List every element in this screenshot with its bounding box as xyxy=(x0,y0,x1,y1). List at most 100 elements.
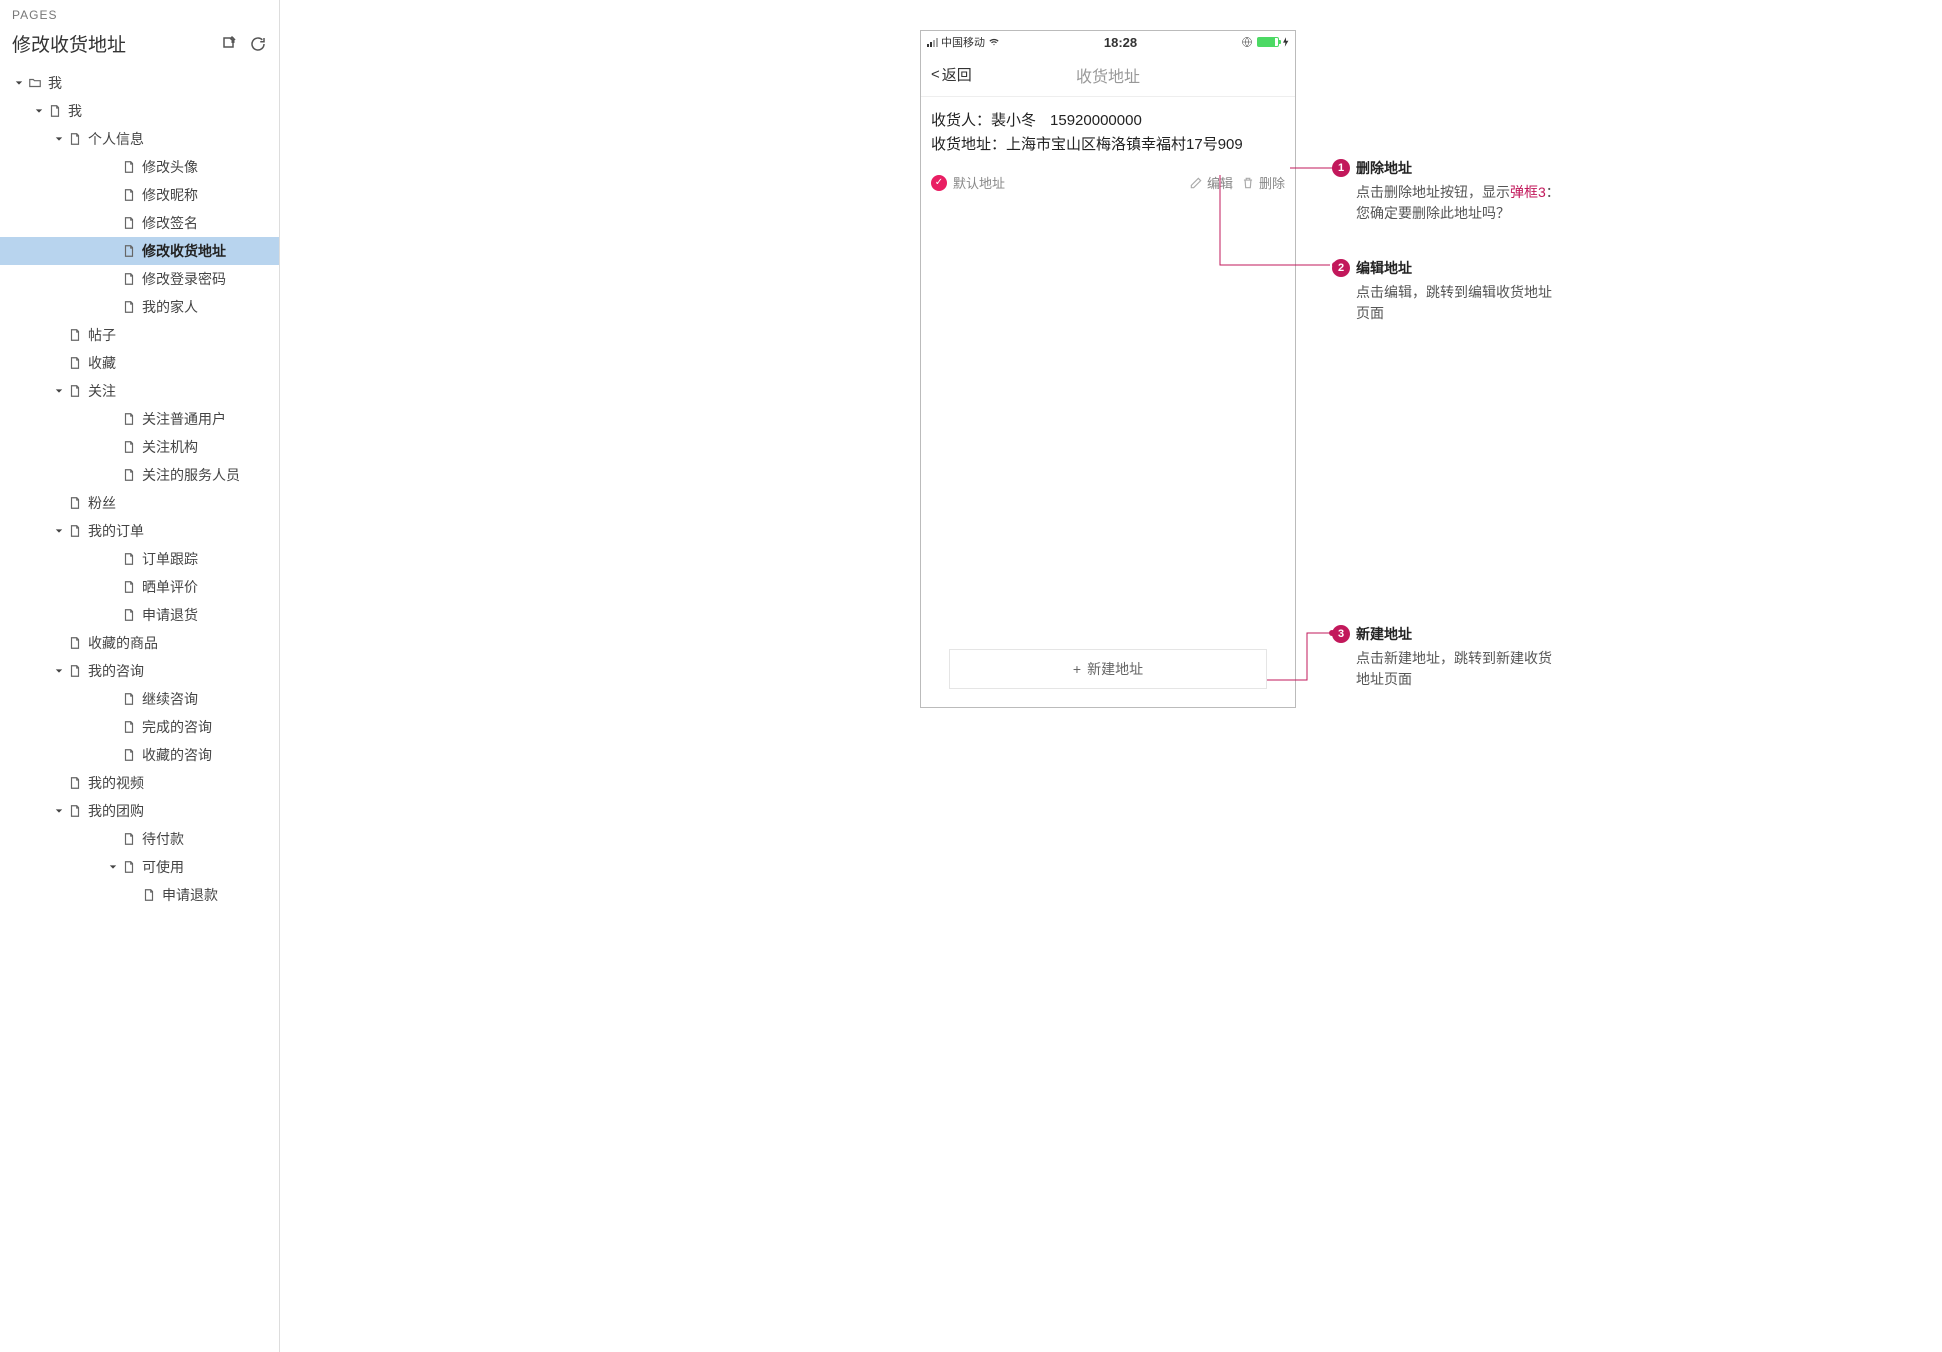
tree-item[interactable]: 帖子 xyxy=(0,321,279,349)
tree-item-label: 继续咨询 xyxy=(142,689,279,709)
tree-item[interactable]: 关注机构 xyxy=(0,433,279,461)
tree-item-label: 关注 xyxy=(88,381,279,401)
pages-label: PAGES xyxy=(12,8,267,22)
refresh-icon[interactable] xyxy=(249,35,267,53)
tree-item[interactable]: 我的视频 xyxy=(0,769,279,797)
tree-item[interactable]: 我的咨询 xyxy=(0,657,279,685)
tree-item-label: 我的团购 xyxy=(88,801,279,821)
export-icon[interactable] xyxy=(221,35,239,53)
tree-item[interactable]: 关注 xyxy=(0,377,279,405)
wifi-icon xyxy=(988,37,1000,47)
page-icon xyxy=(68,496,82,510)
caret-icon[interactable] xyxy=(54,526,64,536)
tree-item[interactable]: 完成的咨询 xyxy=(0,713,279,741)
delete-button[interactable]: 删除 xyxy=(1241,173,1285,192)
page-icon xyxy=(68,776,82,790)
tree-item[interactable]: 修改签名 xyxy=(0,209,279,237)
annotation-badge: 2 xyxy=(1332,259,1350,277)
new-address-button[interactable]: + 新建地址 xyxy=(949,649,1267,689)
caret-icon[interactable] xyxy=(54,134,64,144)
action-row: ✓ 默认地址 编辑 删除 xyxy=(921,167,1295,202)
tree-item-label: 修改签名 xyxy=(142,213,279,233)
tree-item[interactable]: 我 xyxy=(0,97,279,125)
caret-icon xyxy=(54,638,64,648)
tree-item[interactable]: 关注的服务人员 xyxy=(0,461,279,489)
page-icon xyxy=(68,636,82,650)
default-address-label: 默认地址 xyxy=(953,173,1005,192)
caret-icon xyxy=(108,582,118,592)
caret-icon[interactable] xyxy=(108,862,118,872)
caret-icon xyxy=(108,302,118,312)
tree-item-label: 个人信息 xyxy=(88,129,279,149)
address-label: 收货地址： xyxy=(931,136,1006,153)
radio-checked-icon[interactable]: ✓ xyxy=(931,175,947,191)
tree-item[interactable]: 晒单评价 xyxy=(0,573,279,601)
carrier-label: 中国移动 xyxy=(941,34,985,50)
tree-item[interactable]: 申请退款 xyxy=(0,881,279,909)
tree-item[interactable]: 继续咨询 xyxy=(0,685,279,713)
caret-icon[interactable] xyxy=(14,78,24,88)
caret-icon xyxy=(108,162,118,172)
address-value: 上海市宝山区梅洛镇幸福村17号909 xyxy=(1006,136,1243,153)
phone-body xyxy=(921,202,1295,649)
address-card: 收货人：裴小冬 15920000000 收货地址：上海市宝山区梅洛镇幸福村17号… xyxy=(921,97,1295,167)
recipient-name: 裴小冬 xyxy=(991,112,1036,129)
tree-item[interactable]: 我的家人 xyxy=(0,293,279,321)
caret-icon xyxy=(108,246,118,256)
page-icon xyxy=(48,104,62,118)
tree-item[interactable]: 我的团购 xyxy=(0,797,279,825)
caret-icon[interactable] xyxy=(54,666,64,676)
page-icon xyxy=(122,160,136,174)
edit-icon xyxy=(1189,176,1203,190)
tree-item-label: 粉丝 xyxy=(88,493,279,513)
annotation-3: 3新建地址 点击新建地址，跳转到新建收货地址页面 xyxy=(1332,624,1562,690)
edit-button[interactable]: 编辑 xyxy=(1189,173,1233,192)
page-tree[interactable]: 我我个人信息修改头像修改昵称修改签名修改收货地址修改登录密码我的家人帖子收藏关注… xyxy=(0,69,279,1352)
tree-item-label: 修改头像 xyxy=(142,157,279,177)
caret-icon[interactable] xyxy=(54,806,64,816)
status-time: 18:28 xyxy=(1104,35,1137,50)
caret-icon[interactable] xyxy=(54,386,64,396)
trash-icon xyxy=(1241,176,1255,190)
page-icon xyxy=(122,832,136,846)
tree-item-label: 修改昵称 xyxy=(142,185,279,205)
delete-label: 删除 xyxy=(1259,173,1285,192)
recipient-row: 收货人：裴小冬 15920000000 xyxy=(931,109,1285,133)
sidebar: PAGES 修改收货地址 我我个人信息修改头像修改昵称修改签名修改收货地址修改登… xyxy=(0,0,280,1352)
tree-item[interactable]: 待付款 xyxy=(0,825,279,853)
status-right xyxy=(1241,36,1289,48)
address-row: 收货地址：上海市宝山区梅洛镇幸福村17号909 xyxy=(931,133,1285,157)
tree-item[interactable]: 修改昵称 xyxy=(0,181,279,209)
tree-item[interactable]: 收藏的咨询 xyxy=(0,741,279,769)
tree-item-label: 申请退货 xyxy=(142,605,279,625)
tree-item[interactable]: 关注普通用户 xyxy=(0,405,279,433)
tree-item[interactable]: 修改头像 xyxy=(0,153,279,181)
tree-item[interactable]: 收藏的商品 xyxy=(0,629,279,657)
tree-item-label: 待付款 xyxy=(142,829,279,849)
folder-icon xyxy=(28,76,42,90)
annotation-badge: 3 xyxy=(1332,625,1350,643)
tree-item[interactable]: 个人信息 xyxy=(0,125,279,153)
page-icon xyxy=(122,412,136,426)
tree-item[interactable]: 我 xyxy=(0,69,279,97)
caret-icon xyxy=(128,890,138,900)
back-button[interactable]: < 返回 xyxy=(931,64,972,85)
tree-item[interactable]: 我的订单 xyxy=(0,517,279,545)
tree-item[interactable]: 粉丝 xyxy=(0,489,279,517)
tree-item-label: 我的家人 xyxy=(142,297,279,317)
page-icon xyxy=(142,888,156,902)
tree-item[interactable]: 订单跟踪 xyxy=(0,545,279,573)
page-icon xyxy=(68,356,82,370)
tree-item[interactable]: 可使用 xyxy=(0,853,279,881)
caret-icon[interactable] xyxy=(34,106,44,116)
tree-item[interactable]: 修改收货地址 xyxy=(0,237,279,265)
tree-item-label: 我的视频 xyxy=(88,773,279,793)
tree-item[interactable]: 申请退货 xyxy=(0,601,279,629)
back-label: 返回 xyxy=(942,64,972,85)
tree-item[interactable]: 收藏 xyxy=(0,349,279,377)
page-icon xyxy=(122,692,136,706)
tree-item-label: 可使用 xyxy=(142,857,279,877)
tree-item-label: 我的订单 xyxy=(88,521,279,541)
annotation-link[interactable]: 弹框3 xyxy=(1510,184,1546,200)
tree-item[interactable]: 修改登录密码 xyxy=(0,265,279,293)
